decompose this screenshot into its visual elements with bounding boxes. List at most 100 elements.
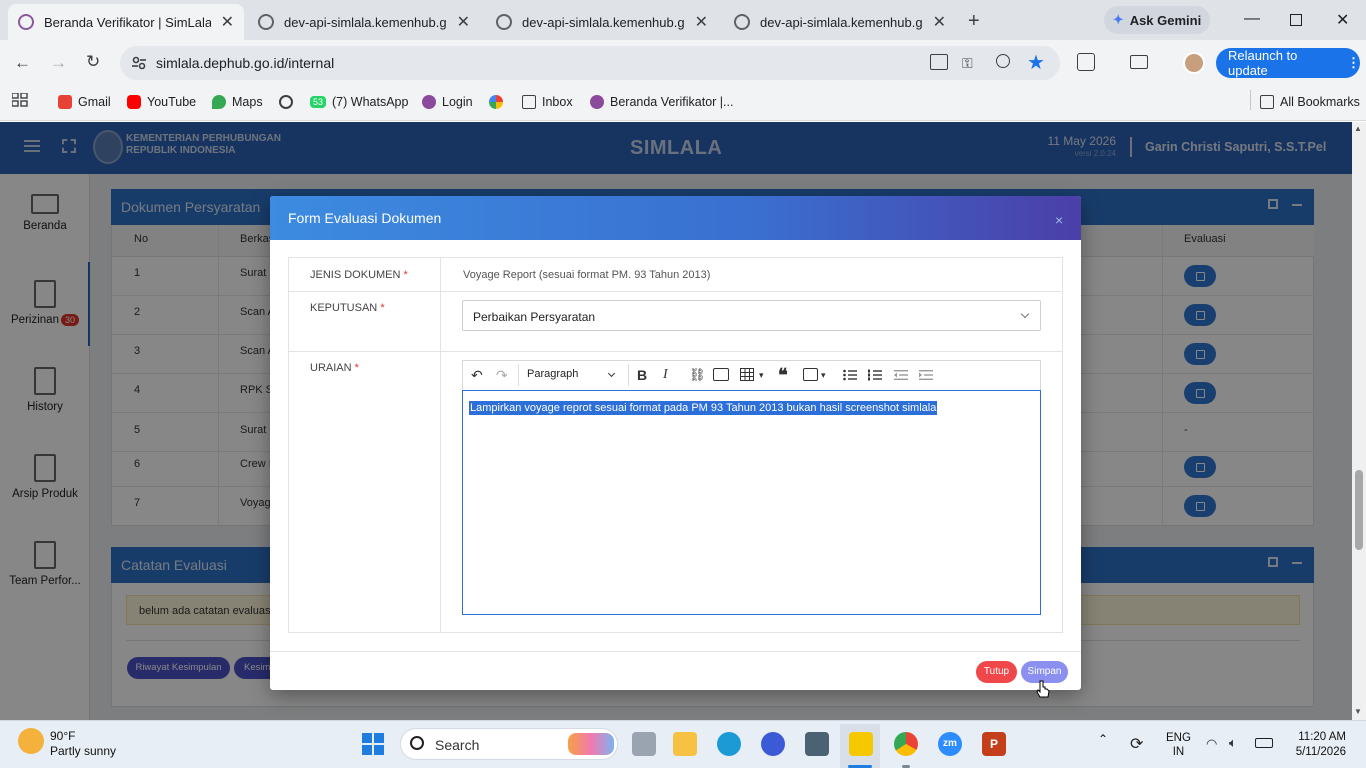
tab-title: dev-api-simlala.kemenhub.go.id — [522, 14, 685, 30]
modal-footer-divider — [270, 651, 1081, 652]
media-embed-icon[interactable] — [803, 368, 818, 381]
page-scrollbar[interactable] — [1352, 122, 1366, 720]
edge-icon[interactable] — [717, 732, 741, 756]
scroll-down-icon[interactable]: ▼ — [1354, 707, 1362, 716]
language-code: ENG — [1166, 732, 1191, 744]
bookmark-beranda[interactable]: Beranda Verifikator |... — [590, 92, 733, 112]
insert-image-icon[interactable] — [713, 368, 729, 381]
media-dropdown-icon[interactable]: ▾ — [821, 366, 826, 384]
blockquote-icon[interactable]: ❝ — [778, 366, 788, 384]
system-clock[interactable]: 11:20 AM 5/11/2026 — [1290, 730, 1346, 760]
bookmark-gmail[interactable]: Gmail — [58, 92, 111, 112]
weather-sun-cloud-icon[interactable] — [18, 728, 44, 754]
bookmark-star-icon[interactable]: ★ — [1027, 50, 1045, 75]
paragraph-format-label: Paragraph — [527, 368, 579, 380]
ask-gemini-label: Ask Gemini — [1129, 12, 1202, 28]
file-explorer-icon[interactable] — [673, 732, 697, 756]
sticky-notes-icon[interactable] — [849, 732, 873, 756]
maximize-icon[interactable] — [1290, 14, 1302, 26]
profile-avatar[interactable] — [1183, 52, 1205, 74]
site-info-icon[interactable] — [131, 55, 147, 71]
scroll-up-icon[interactable]: ▲ — [1354, 124, 1362, 133]
zoom-icon[interactable] — [996, 54, 1010, 68]
link-icon[interactable]: ⛓ — [689, 366, 706, 384]
close-tab-icon[interactable]: ✕ — [933, 12, 946, 32]
clock-time: 11:20 AM — [1298, 731, 1346, 743]
tab-dev-api-3[interactable]: dev-api-simlala.kemenhub.go.id ✕ — [724, 4, 956, 40]
bold-icon[interactable]: B — [637, 366, 647, 384]
powerpoint-icon[interactable]: P — [982, 732, 1006, 756]
bookmark-login[interactable]: Login — [422, 92, 473, 112]
search-highlight-image — [568, 733, 614, 755]
chrome-icon[interactable] — [894, 732, 918, 756]
media-icon[interactable] — [1130, 55, 1148, 69]
bookmark-inbox[interactable]: Inbox — [522, 92, 573, 112]
ask-gemini-button[interactable]: ✦ Ask Gemini — [1104, 6, 1210, 34]
toolbar-separator — [628, 364, 629, 386]
relaunch-to-update-button[interactable]: Relaunch to update ⋮ — [1216, 48, 1360, 78]
task-view-icon[interactable] — [632, 732, 656, 756]
uraian-label: URAIAN * — [310, 362, 359, 374]
tray-overflow-icon[interactable]: ⌃ — [1098, 732, 1108, 746]
uraian-selected-text[interactable]: Lampirkan voyage reprot sesuai format pa… — [469, 401, 938, 415]
volume-icon[interactable]: 🔈︎ — [1229, 735, 1237, 751]
address-bar[interactable]: simlala.dephub.go.id/internal — [120, 46, 1060, 80]
close-tab-icon[interactable]: ✕ — [695, 12, 708, 32]
table-icon[interactable] — [740, 368, 754, 381]
indent-icon[interactable] — [919, 369, 933, 381]
table-dropdown-icon[interactable]: ▾ — [759, 366, 764, 384]
bookmark-youtube[interactable]: YouTube — [127, 92, 196, 112]
tutup-button[interactable]: Tutup — [976, 661, 1017, 683]
back-icon[interactable]: ← — [14, 53, 31, 73]
keputusan-select[interactable]: Perbaikan Persyaratan — [462, 300, 1041, 331]
new-tab-icon[interactable]: + — [968, 10, 980, 33]
zoom-app-icon[interactable]: zm — [938, 732, 962, 756]
app-icon[interactable] — [761, 732, 785, 756]
close-tab-icon[interactable]: ✕ — [457, 12, 470, 32]
wifi-icon[interactable]: ◠ — [1206, 736, 1217, 752]
close-window-icon[interactable]: ✕ — [1336, 10, 1349, 30]
bookmark-pinwheel[interactable] — [489, 92, 503, 112]
redo-icon[interactable]: ↷ — [496, 366, 508, 384]
scrollbar-thumb[interactable] — [1355, 470, 1363, 550]
sync-icon[interactable]: ⟳ — [1130, 734, 1143, 754]
tab-dev-api-2[interactable]: dev-api-simlala.kemenhub.go.id ✕ — [486, 4, 718, 40]
simlala-icon — [590, 95, 604, 109]
italic-icon[interactable]: I — [663, 366, 668, 384]
windows-start-icon[interactable] — [362, 733, 384, 755]
camera-icon[interactable] — [805, 732, 829, 756]
relaunch-label: Relaunch to update — [1228, 48, 1298, 78]
tab-beranda-verifikator[interactable]: Beranda Verifikator | SimLala ✕ — [8, 4, 244, 40]
forward-icon[interactable]: → — [50, 53, 67, 73]
maps-pin-icon — [212, 95, 226, 109]
weather-condition: Partly sunny — [50, 744, 117, 758]
input-language[interactable]: ENG IN — [1166, 731, 1191, 759]
minimize-icon[interactable]: — — [1244, 10, 1260, 28]
bookmark-maps[interactable]: Maps — [212, 92, 263, 112]
region-code: IN — [1172, 746, 1185, 758]
close-tab-icon[interactable]: ✕ — [221, 12, 234, 32]
password-key-icon[interactable]: ⚿ — [962, 55, 973, 72]
battery-icon[interactable] — [1255, 738, 1273, 748]
modal-close-button[interactable]: × — [1055, 212, 1063, 228]
weather-widget[interactable]: 90°F Partly sunny — [50, 729, 116, 759]
uraian-rich-text-editor[interactable] — [462, 390, 1041, 615]
apps-grid-icon[interactable] — [12, 93, 28, 107]
tab-dev-api-1[interactable]: dev-api-simlala.kemenhub.go.id ✕ — [248, 4, 480, 40]
extensions-icon[interactable] — [1077, 53, 1095, 71]
bulleted-list-icon[interactable] — [843, 369, 857, 381]
undo-icon[interactable]: ↶ — [471, 366, 483, 384]
search-icon — [410, 736, 424, 750]
all-bookmarks[interactable]: All Bookmarks — [1260, 92, 1360, 112]
bookmark-label: Inbox — [542, 95, 573, 109]
paragraph-format-dropdown[interactable]: Paragraph — [527, 368, 578, 380]
bookmark-whatsapp[interactable]: 53 (7) WhatsApp — [310, 92, 408, 112]
youtube-icon — [127, 95, 141, 109]
tab-title: dev-api-simlala.kemenhub.go.id — [760, 14, 923, 30]
outdent-icon[interactable] — [894, 369, 908, 381]
install-app-icon[interactable] — [930, 54, 948, 70]
numbered-list-icon[interactable] — [868, 369, 882, 381]
label-text: KEPUTUSAN — [310, 302, 378, 314]
bookmark-globe[interactable] — [279, 92, 293, 112]
reload-icon[interactable]: ↻ — [86, 52, 100, 72]
